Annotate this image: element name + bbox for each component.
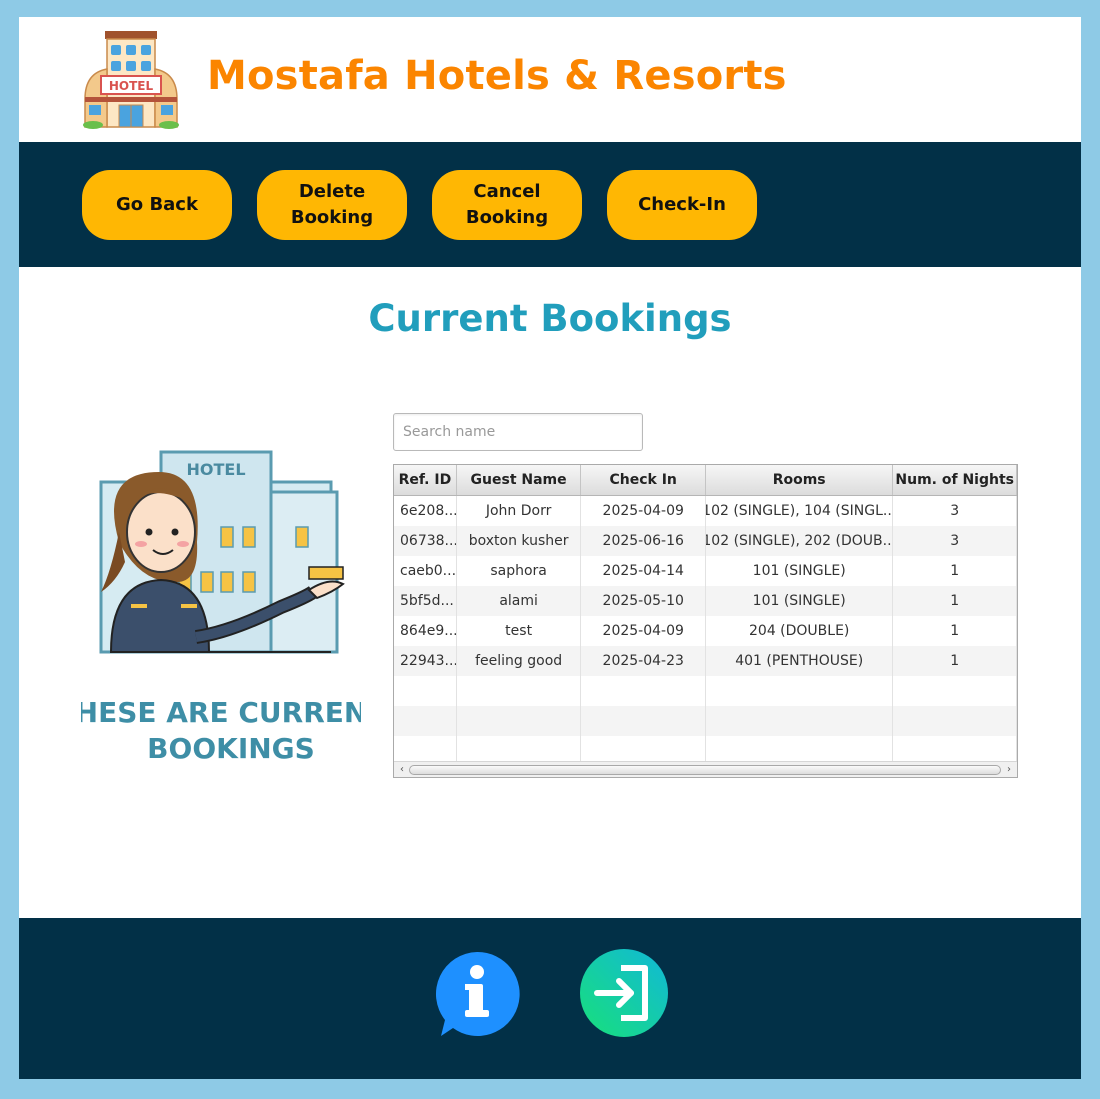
table-row[interactable]: 5bf5d... alami 2025-05-10 101 (SINGLE) 1 bbox=[394, 586, 1017, 616]
cell-check-in: 2025-05-10 bbox=[581, 586, 707, 616]
app-window: HOTEL Mostafa Hotels & Resorts Go Back D… bbox=[19, 17, 1081, 1079]
scroll-left-icon[interactable]: ‹ bbox=[395, 763, 409, 777]
cell-nights: 3 bbox=[893, 526, 1017, 556]
column-header-ref-id[interactable]: Ref. ID bbox=[394, 465, 457, 495]
cell-nights: 1 bbox=[893, 616, 1017, 646]
table-row[interactable]: 864e9... test 2025-04-09 204 (DOUBLE) 1 bbox=[394, 616, 1017, 646]
header: HOTEL Mostafa Hotels & Resorts bbox=[19, 17, 1081, 142]
table-row[interactable]: 06738... boxton kusher 2025-06-16 102 (S… bbox=[394, 526, 1017, 556]
table-row-empty bbox=[394, 676, 1017, 706]
cancel-booking-button[interactable]: Cancel Booking bbox=[432, 170, 582, 240]
cell-check-in: 2025-04-23 bbox=[581, 646, 707, 676]
table-body: 6e208... John Dorr 2025-04-09 102 (SINGL… bbox=[394, 496, 1017, 766]
cell-check-in: 2025-06-16 bbox=[581, 526, 707, 556]
scroll-right-icon[interactable]: › bbox=[1002, 763, 1016, 777]
cell-check-in: 2025-04-09 bbox=[581, 616, 707, 646]
column-header-check-in[interactable]: Check In bbox=[581, 465, 706, 495]
cell-guest-name: alami bbox=[457, 586, 582, 616]
illustration-sign: HOTEL bbox=[186, 460, 245, 479]
cell-guest-name: boxton kusher bbox=[457, 526, 582, 556]
cell-rooms: 401 (PENTHOUSE) bbox=[706, 646, 894, 676]
column-header-rooms[interactable]: Rooms bbox=[706, 465, 894, 495]
cell-guest-name: John Dorr bbox=[457, 496, 582, 526]
cell-rooms: 101 (SINGLE) bbox=[706, 586, 894, 616]
cell-ref-id: 5bf5d... bbox=[394, 586, 457, 616]
cell-nights: 1 bbox=[893, 646, 1017, 676]
table-row-empty bbox=[394, 706, 1017, 736]
cell-rooms: 101 (SINGLE) bbox=[706, 556, 894, 586]
table-row[interactable]: 6e208... John Dorr 2025-04-09 102 (SINGL… bbox=[394, 496, 1017, 526]
info-chat-icon[interactable] bbox=[433, 950, 521, 1038]
cell-rooms: 102 (SINGLE), 202 (DOUB... bbox=[706, 526, 894, 556]
cell-ref-id: 6e208... bbox=[394, 496, 457, 526]
cell-rooms: 102 (SINGLE), 104 (SINGL... bbox=[706, 496, 894, 526]
page-title: Current Bookings bbox=[368, 297, 732, 340]
check-in-button[interactable]: Check-In bbox=[607, 170, 757, 240]
svg-text:HOTEL: HOTEL bbox=[109, 79, 154, 93]
receptionist-illustration: HOTEL THESE ARE CURRENT BOOKINGS bbox=[81, 450, 361, 762]
delete-booking-button[interactable]: Delete Booking bbox=[257, 170, 407, 240]
table-header: Ref. ID Guest Name Check In Rooms Num. o… bbox=[394, 465, 1017, 496]
table-row[interactable]: 22943... feeling good 2025-04-23 401 (PE… bbox=[394, 646, 1017, 676]
cell-check-in: 2025-04-09 bbox=[581, 496, 707, 526]
cell-guest-name: saphora bbox=[457, 556, 582, 586]
logout-icon[interactable] bbox=[579, 948, 669, 1038]
cell-check-in: 2025-04-14 bbox=[581, 556, 707, 586]
horizontal-scrollbar[interactable]: ‹ › bbox=[394, 761, 1017, 777]
go-back-button[interactable]: Go Back bbox=[82, 170, 232, 240]
cell-nights: 1 bbox=[893, 586, 1017, 616]
bookings-table: Ref. ID Guest Name Check In Rooms Num. o… bbox=[393, 464, 1018, 778]
cell-guest-name: test bbox=[457, 616, 582, 646]
cell-guest-name: feeling good bbox=[457, 646, 582, 676]
cell-ref-id: 22943... bbox=[394, 646, 457, 676]
scrollbar-thumb[interactable] bbox=[409, 765, 1001, 775]
search-input[interactable] bbox=[393, 413, 643, 451]
cell-ref-id: caeb0... bbox=[394, 556, 457, 586]
toolbar: Go Back Delete Booking Cancel Booking Ch… bbox=[19, 142, 1081, 267]
app-title: Mostafa Hotels & Resorts bbox=[207, 53, 787, 99]
cell-nights: 3 bbox=[893, 496, 1017, 526]
hotel-building-icon: HOTEL bbox=[83, 31, 179, 129]
illustration-caption-line1: THESE ARE CURRENT bbox=[81, 696, 361, 729]
cell-rooms: 204 (DOUBLE) bbox=[706, 616, 894, 646]
table-row[interactable]: caeb0... saphora 2025-04-14 101 (SINGLE)… bbox=[394, 556, 1017, 586]
column-header-num-nights[interactable]: Num. of Nights bbox=[893, 465, 1017, 495]
cell-ref-id: 864e9... bbox=[394, 616, 457, 646]
column-header-guest-name[interactable]: Guest Name bbox=[457, 465, 582, 495]
illustration-caption-line2: BOOKINGS bbox=[147, 732, 315, 762]
cell-ref-id: 06738... bbox=[394, 526, 457, 556]
footer bbox=[19, 918, 1081, 1079]
cell-nights: 1 bbox=[893, 556, 1017, 586]
